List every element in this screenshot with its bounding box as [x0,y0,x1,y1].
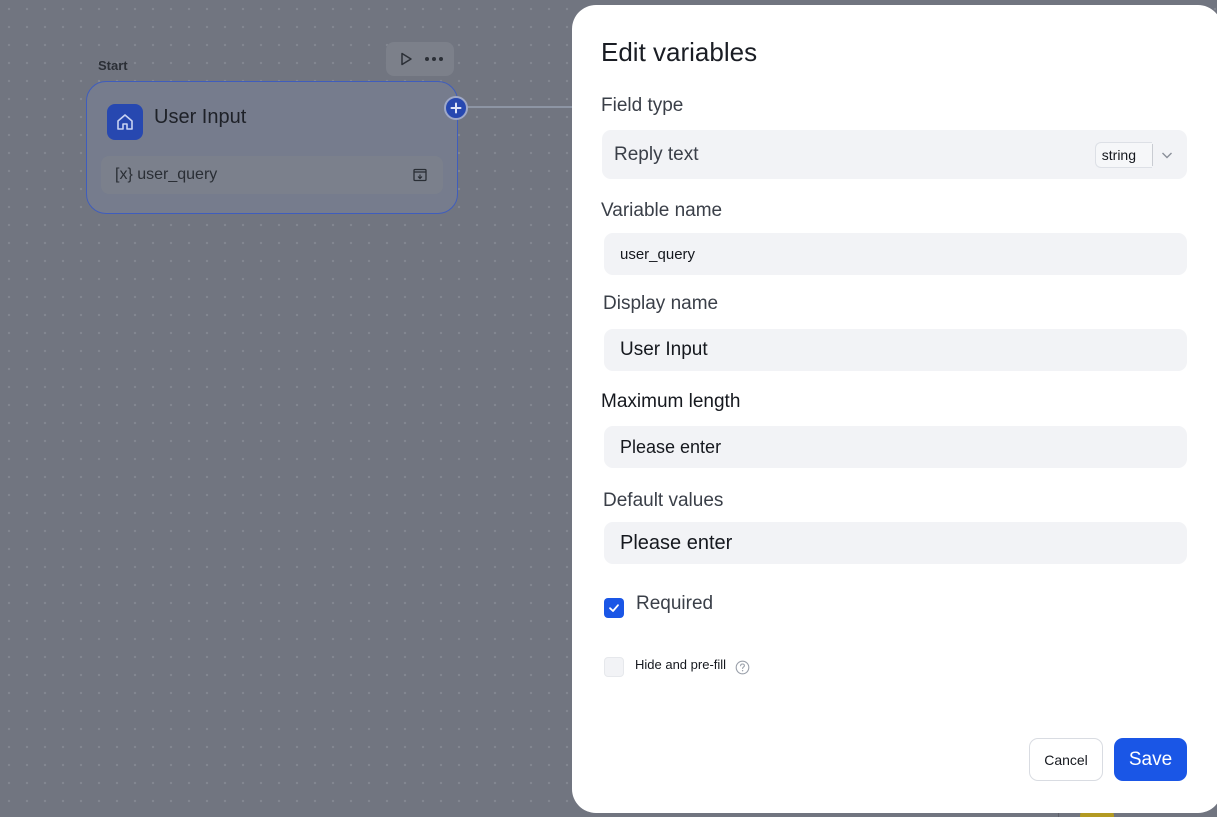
help-icon[interactable] [734,659,750,675]
select-divider [1152,143,1153,166]
edit-variables-modal: Edit variables Field type Reply text str… [572,5,1217,813]
field-type-value: Reply text [614,143,699,165]
maximum-length-label: Maximum length [601,391,741,412]
field-type-select[interactable]: Reply text string [602,130,1187,179]
default-values-label: Default values [603,490,724,511]
maximum-length-input[interactable]: Please enter [604,426,1187,468]
display-name-input[interactable]: User Input [604,329,1187,371]
start-node-card[interactable]: User Input [x} user_query [86,81,458,214]
variable-name-label: Variable name [601,200,723,221]
more-icon[interactable] [423,48,445,70]
variable-name-input[interactable]: user_query [604,233,1187,275]
home-icon [107,104,143,140]
default-values-input[interactable]: Please enter [604,522,1187,564]
display-name-label: Display name [603,293,719,314]
hide-prefill-label: Hide and pre-fill [635,657,727,672]
required-checkbox[interactable] [604,598,624,618]
required-label: Required [636,593,714,614]
node-toolbar [386,42,454,76]
node-label: Start [98,58,128,73]
chevron-down-icon[interactable] [1159,147,1175,163]
hide-prefill-checkbox[interactable] [604,657,624,677]
node-variable-text: [x} user_query [115,166,218,183]
cancel-button[interactable]: Cancel [1029,738,1103,781]
check-icon [609,604,619,612]
play-icon[interactable] [395,48,417,70]
field-type-label: Field type [601,95,684,116]
field-type-datatype-badge: string [1094,141,1152,168]
save-button[interactable]: Save [1114,738,1187,781]
modal-title: Edit variables [601,37,758,67]
node-title: User Input [154,106,247,128]
expand-icon[interactable] [411,166,429,184]
add-node-plus-icon[interactable] [444,96,468,120]
node-variable-row[interactable]: [x} user_query [101,156,443,194]
node-connection-edge [466,106,576,108]
